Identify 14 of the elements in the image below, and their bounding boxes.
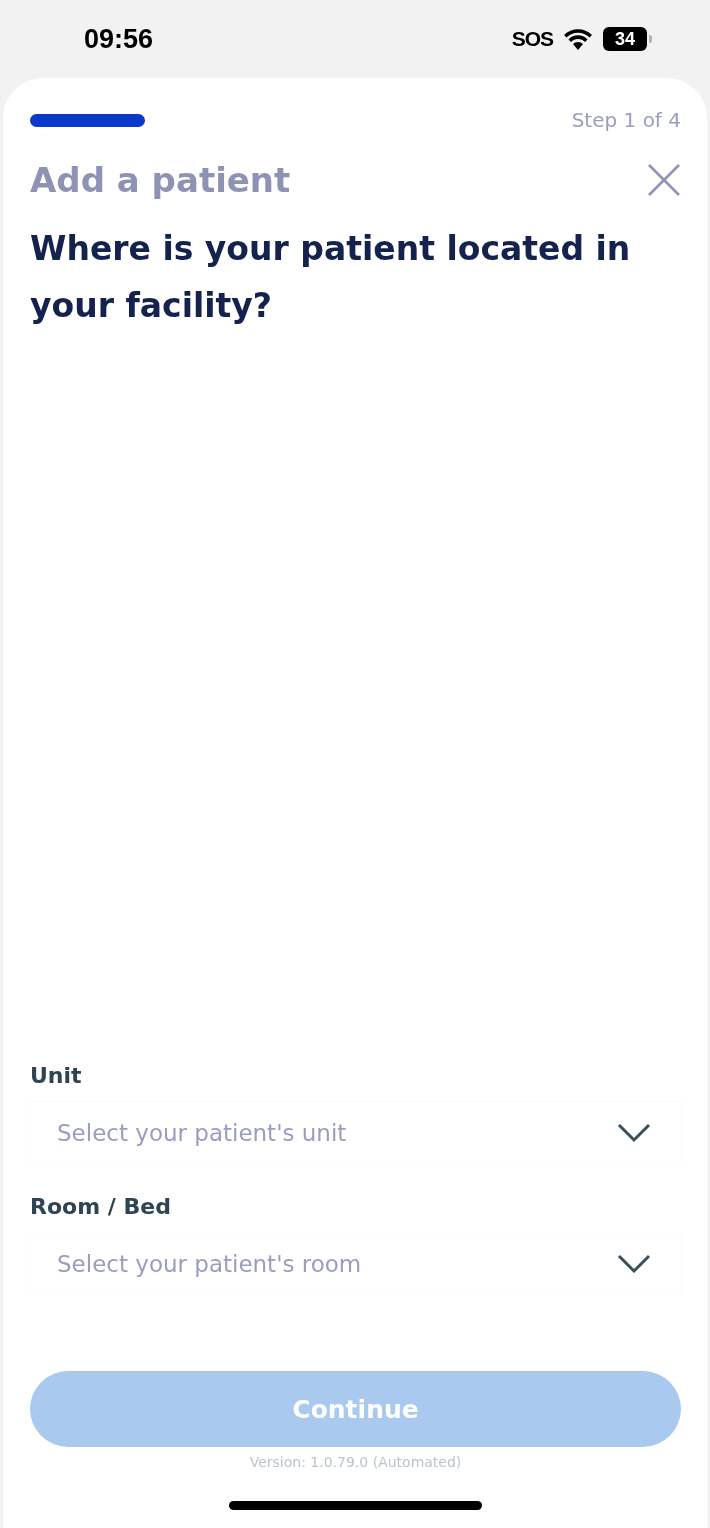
question-heading: Where is your patient located in your facility? (30, 228, 632, 327)
field-label: Unit (30, 1063, 83, 1088)
chevron-down-icon (617, 1254, 651, 1274)
status-time: 09:56 (84, 23, 154, 55)
chevron-down-icon (617, 1123, 651, 1143)
step-indicator: Step 1 of 4 (571, 108, 681, 132)
field-label: Room / Bed (30, 1194, 172, 1219)
close-icon[interactable] (647, 163, 681, 197)
dropdown-field[interactable]: Select your patient's unit (30, 1102, 681, 1164)
carrier-label: SOS (511, 27, 553, 51)
version-text: Version: 1.0.79.0 (Automated) (248, 1454, 463, 1470)
dropdown-field[interactable]: Select your patient's room (30, 1233, 681, 1295)
screen-title: Add a patient (30, 160, 291, 200)
wifi-icon (563, 28, 593, 50)
